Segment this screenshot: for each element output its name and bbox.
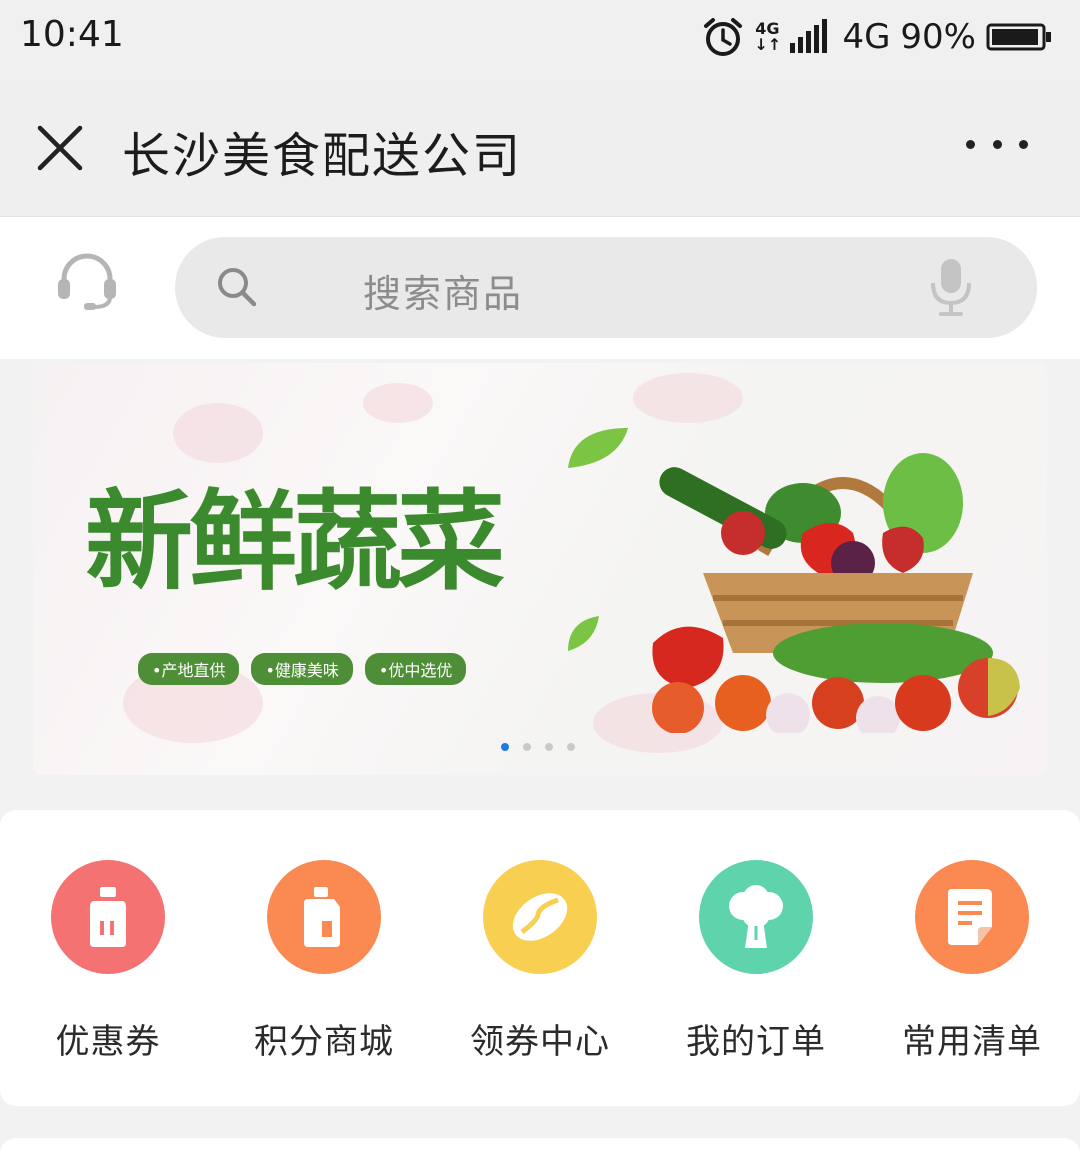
- menu-icon-bg: [51, 860, 165, 974]
- menu-icon-bg: [699, 860, 813, 974]
- banner-tags: •产地直供 •健康美味 •优中选优: [138, 653, 467, 685]
- carousel-dot[interactable]: [523, 743, 531, 751]
- menu-icon-bg: [267, 860, 381, 974]
- next-section-card: [0, 1138, 1080, 1168]
- nav-bar: 长沙美食配送公司: [0, 80, 1080, 217]
- menu-item-label: 优惠券: [55, 1022, 161, 1062]
- banner-tag: •产地直供: [138, 653, 240, 685]
- close-icon[interactable]: [34, 122, 86, 174]
- banner-tag: •健康美味: [251, 653, 353, 685]
- menu-icon-bg: [915, 860, 1029, 974]
- banner-tag: •优中选优: [364, 653, 467, 685]
- search-placeholder: 搜索商品: [363, 272, 524, 316]
- vegetable-basket-illustration: [652, 453, 1020, 733]
- jug-icon: [304, 887, 340, 947]
- carousel-dot[interactable]: [567, 743, 575, 751]
- battery-icon: [986, 23, 1051, 51]
- menu-item-label: 我的订单: [686, 1022, 826, 1062]
- data-arrows: ↓↑: [754, 35, 782, 54]
- document-icon: [948, 889, 992, 945]
- promo-banner[interactable]: 新鲜蔬菜 •产地直供 •健康美味 •优中选优: [33, 363, 1047, 775]
- signal-icon: [790, 19, 828, 53]
- menu-icon-bg: [483, 860, 597, 974]
- menu-item-common-list[interactable]: 常用清单: [887, 860, 1057, 1062]
- bean-icon: [512, 893, 568, 941]
- headset-icon[interactable]: [54, 249, 120, 315]
- banner-section: 新鲜蔬菜 •产地直供 •健康美味 •优中选优: [0, 359, 1080, 809]
- bottle-icon: [90, 887, 126, 947]
- quick-menu: 优惠券 积分商城 领券中心 我的订单 常用清单: [0, 810, 1080, 1106]
- menu-item-my-orders[interactable]: 我的订单: [671, 860, 841, 1062]
- menu-item-label: 积分商城: [254, 1022, 394, 1062]
- carousel-indicator: [501, 743, 575, 751]
- carousel-dot[interactable]: [545, 743, 553, 751]
- more-dot: [992, 139, 1002, 149]
- carousel-dot[interactable]: [501, 743, 509, 751]
- search-input[interactable]: 搜索商品: [175, 237, 1037, 338]
- decor-petal: [363, 383, 433, 423]
- status-time: 10:41: [20, 14, 124, 55]
- more-dot: [966, 139, 975, 149]
- menu-item-coupon[interactable]: 优惠券: [23, 860, 193, 1062]
- network-activity: 4G ↓↑: [754, 21, 782, 54]
- more-dot: [1019, 139, 1028, 149]
- menu-item-points-mall[interactable]: 积分商城: [239, 860, 409, 1062]
- search-icon: [218, 268, 257, 307]
- banner-slogan: 新鲜蔬菜: [85, 480, 505, 605]
- status-bar: 10:41 4G ↓↑ 4G 90%: [0, 0, 1080, 80]
- menu-item-coupon-center[interactable]: 领券中心: [455, 860, 625, 1062]
- microphone-icon[interactable]: [929, 257, 973, 317]
- battery-percent: 90%: [900, 17, 976, 57]
- page-title: 长沙美食配送公司: [122, 128, 523, 184]
- menu-item-label: 常用清单: [902, 1022, 1042, 1062]
- menu-item-label: 领券中心: [470, 1022, 610, 1062]
- alarm-icon: [704, 18, 743, 56]
- status-indicators: 4G ↓↑ 4G 90%: [702, 12, 1052, 62]
- search-area: 搜索商品: [0, 217, 1080, 359]
- broccoli-icon: [729, 885, 783, 948]
- network-type: 4G: [842, 17, 891, 57]
- decor-petal: [173, 403, 263, 463]
- more-icon[interactable]: [966, 132, 1028, 156]
